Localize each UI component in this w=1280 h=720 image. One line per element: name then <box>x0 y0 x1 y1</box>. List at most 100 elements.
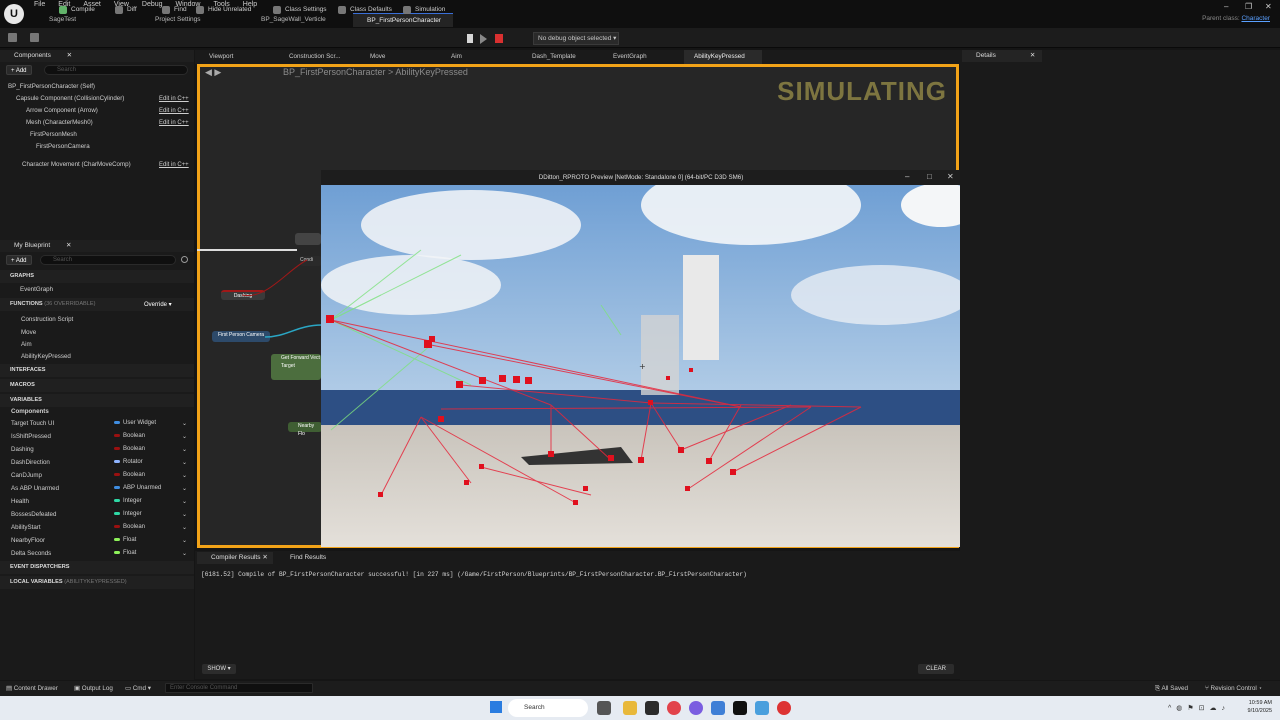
edit-in-cpp-link[interactable]: Edit in C++ <box>159 105 189 117</box>
edit-in-cpp-link[interactable]: Edit in C++ <box>159 117 189 129</box>
chevron-down-icon[interactable]: ⌄ <box>182 482 187 495</box>
menu-file[interactable]: File <box>34 1 45 8</box>
variable-row[interactable]: Health Integer ⌄ <box>0 495 194 508</box>
variable-type[interactable]: Boolean <box>114 521 145 534</box>
save-icon[interactable] <box>8 33 17 42</box>
console-command-input[interactable]: Enter Console Command <box>165 683 313 693</box>
variable-row[interactable]: CanDJump Boolean ⌄ <box>0 469 194 482</box>
breadcrumb-leaf[interactable]: AbilityKeyPressed <box>395 67 468 77</box>
variable-row[interactable]: AbilityStart Boolean ⌄ <box>0 521 194 534</box>
system-tray-icons[interactable]: ^◍⚑⊡☁♪ <box>1168 704 1230 712</box>
debug-object-select[interactable]: No debug object selected ▾ <box>533 32 619 45</box>
tab-dash-template[interactable]: Dash_Template <box>532 50 602 64</box>
chevron-down-icon[interactable]: ⌄ <box>182 417 187 430</box>
node-nearby-floor[interactable]: Nearby Flo <box>288 422 322 437</box>
variable-row[interactable]: NearbyFloor Float ⌄ <box>0 534 194 547</box>
browse-icon[interactable] <box>30 33 39 42</box>
chrome-icon[interactable] <box>777 701 791 715</box>
taskbar-search[interactable]: Search <box>508 699 588 717</box>
details-tab[interactable]: Details ✕ <box>962 50 1042 62</box>
variable-type[interactable]: ABP Unarmed <box>114 482 161 495</box>
chevron-down-icon[interactable]: ⌄ <box>182 456 187 469</box>
local-variables-section[interactable]: LOCAL VARIABLES (ABILITYKEYPRESSED) <box>0 576 194 589</box>
windows-start-icon[interactable] <box>490 701 502 713</box>
component-firstpersoncamera[interactable]: FirstPersonCamera <box>0 141 194 153</box>
preview-maximize-icon[interactable]: □ <box>927 172 932 181</box>
tab-construction-script[interactable]: Construction Scr... <box>289 50 359 64</box>
variable-type[interactable]: Boolean <box>114 430 145 443</box>
restore-icon[interactable]: ❐ <box>1245 2 1252 11</box>
components-close-icon[interactable]: ✕ <box>67 52 72 59</box>
menu-debug[interactable]: Debug <box>142 1 163 8</box>
tab-viewport[interactable]: Viewport <box>209 50 279 64</box>
function-aim[interactable]: Aim <box>21 339 32 351</box>
chevron-down-icon[interactable]: ⌄ <box>182 443 187 456</box>
preview-close-icon[interactable]: ✕ <box>947 172 954 181</box>
parent-class-link[interactable]: Character <box>1241 15 1270 22</box>
output-log-button[interactable]: ▣ Output Log <box>74 681 113 696</box>
compiler-results-tab[interactable]: Compiler Results ✕ <box>197 552 273 564</box>
components-search-input[interactable]: Search <box>44 65 188 75</box>
store-icon[interactable] <box>711 701 725 715</box>
interfaces-section[interactable]: INTERFACES <box>0 364 194 377</box>
chevron-down-icon[interactable]: ⌄ <box>182 521 187 534</box>
unreal-taskbar-icon[interactable] <box>733 701 747 715</box>
close-window-icon[interactable]: ✕ <box>1265 2 1272 11</box>
minimize-icon[interactable]: – <box>1224 2 1228 11</box>
stop-icon[interactable] <box>495 34 503 43</box>
function-construction-script[interactable]: Construction Script <box>21 314 73 326</box>
edit-in-cpp-link[interactable]: Edit in C++ <box>159 93 189 105</box>
blueprint-search-input[interactable]: Search <box>40 255 176 265</box>
compiler-close-icon[interactable]: ✕ <box>262 554 267 561</box>
clock[interactable]: 10:59 AM 9/10/2025 <box>1248 699 1272 715</box>
variable-row[interactable]: As ABP Unarmed ABP Unarmed ⌄ <box>0 482 194 495</box>
chevron-down-icon[interactable]: ⌄ <box>182 508 187 521</box>
chevron-down-icon[interactable]: ⌄ <box>182 430 187 443</box>
revision-control-button[interactable]: ⑂ Revision Control ▾ <box>1205 681 1262 696</box>
graphs-section[interactable]: GRAPHS <box>0 270 194 283</box>
all-saved-button[interactable]: ⎘ All Saved <box>1155 681 1188 696</box>
variable-type[interactable]: Float <box>114 547 136 560</box>
variable-type[interactable]: Boolean <box>114 469 145 482</box>
component-arrow[interactable]: Arrow Component (Arrow) Edit in C++ <box>0 105 194 117</box>
variable-row[interactable]: DashDirection Rotator ⌄ <box>0 456 194 469</box>
diff-button[interactable]: Diff <box>115 4 137 16</box>
details-close-icon[interactable]: ✕ <box>1030 52 1035 59</box>
task-view-icon[interactable] <box>597 701 611 715</box>
blueprint-add-button[interactable]: + Add <box>6 255 32 265</box>
preview-minimize-icon[interactable]: – <box>905 172 909 181</box>
node-get-forward-vector[interactable]: Get Forward Vect Target <box>271 354 321 380</box>
tab-eventgraph[interactable]: EventGraph <box>613 50 683 64</box>
simulation-button[interactable]: Simulation <box>403 4 445 16</box>
compile-button[interactable]: Compile <box>59 4 95 16</box>
event-dispatchers-section[interactable]: EVENT DISPATCHERS <box>0 561 194 574</box>
override-dropdown[interactable]: Override ▾ <box>140 300 176 310</box>
components-add-button[interactable]: + Add <box>6 65 32 75</box>
app-icon[interactable] <box>755 701 769 715</box>
eventgraph-item[interactable]: EventGraph <box>20 284 53 296</box>
preview-window-titlebar[interactable]: DDitton_RPROTO Preview [NetMode: Standal… <box>321 170 961 185</box>
discord-icon[interactable] <box>689 701 703 715</box>
terminal-icon[interactable] <box>645 701 659 715</box>
opera-icon[interactable] <box>667 701 681 715</box>
function-move[interactable]: Move <box>21 327 36 339</box>
step-icon[interactable] <box>480 34 487 44</box>
tab-move[interactable]: Move <box>370 50 430 64</box>
my-blueprint-close-icon[interactable]: ✕ <box>66 242 71 249</box>
tab-abilitykeypressed[interactable]: AbilityKeyPressed <box>684 50 762 64</box>
unreal-logo-icon[interactable]: U <box>4 4 24 24</box>
variable-type[interactable]: Float <box>114 534 136 547</box>
component-self[interactable]: BP_FirstPersonCharacter (Self) <box>0 81 194 93</box>
cmd-dropdown[interactable]: ▭ Cmd ▾ <box>125 681 151 696</box>
file-explorer-icon[interactable] <box>623 701 637 715</box>
breadcrumb-root[interactable]: BP_FirstPersonCharacter <box>283 67 386 77</box>
find-button[interactable]: Find <box>162 4 187 16</box>
pause-icon[interactable] <box>467 34 473 43</box>
find-results-tab[interactable]: Find Results <box>276 552 336 564</box>
variable-row[interactable]: Delta Seconds Float ⌄ <box>0 547 194 560</box>
chevron-down-icon[interactable]: ⌄ <box>182 495 187 508</box>
class-defaults-button[interactable]: Class Defaults <box>338 4 392 16</box>
component-capsule[interactable]: Capsule Component (CollisionCylinder) Edi… <box>0 93 194 105</box>
edit-in-cpp-link[interactable]: Edit in C++ <box>159 159 189 171</box>
variable-row[interactable]: Target Touch UI User Widget ⌄ <box>0 417 194 430</box>
